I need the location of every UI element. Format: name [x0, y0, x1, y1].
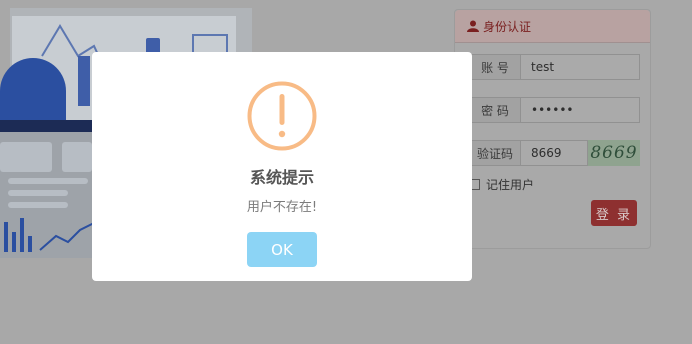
illustration-bar: [78, 56, 90, 106]
login-header-title: 身份认证: [483, 19, 532, 34]
login-header: 身份认证: [455, 10, 650, 43]
ok-button[interactable]: OK: [247, 232, 317, 267]
illustration-card: [62, 142, 92, 172]
illustration-line: [8, 178, 88, 184]
remember-user[interactable]: 记住用户: [469, 176, 534, 193]
dialog-message: 用户不存在!: [246, 200, 318, 215]
illustration-card: [0, 142, 52, 172]
captcha-row: 验证码 8669 8669: [469, 140, 640, 166]
account-row: 账 号 test: [469, 54, 640, 80]
password-input[interactable]: ••••••: [521, 97, 640, 123]
illustration-line: [8, 190, 68, 196]
captcha-input[interactable]: 8669: [521, 140, 588, 166]
login-button[interactable]: 登 录: [591, 200, 637, 226]
user-icon: [467, 20, 479, 32]
dialog-title: 系统提示: [249, 168, 314, 187]
account-label: 账 号: [469, 54, 521, 80]
password-label: 密 码: [469, 97, 521, 123]
account-input[interactable]: test: [521, 54, 640, 80]
captcha-label: 验证码: [469, 140, 521, 166]
password-row: 密 码 ••••••: [469, 97, 640, 123]
captcha-image[interactable]: 8669: [588, 140, 640, 166]
illustration-line: [8, 202, 68, 208]
alert-dialog: 系统提示 用户不存在! OK: [92, 52, 472, 281]
illustration-shape: [0, 58, 66, 124]
remember-label: 记住用户: [486, 178, 535, 192]
warning-icon: [247, 81, 317, 151]
login-panel: 身份认证 账 号 test 密 码 •••••• 验证码 8669 8669 记…: [454, 9, 651, 249]
